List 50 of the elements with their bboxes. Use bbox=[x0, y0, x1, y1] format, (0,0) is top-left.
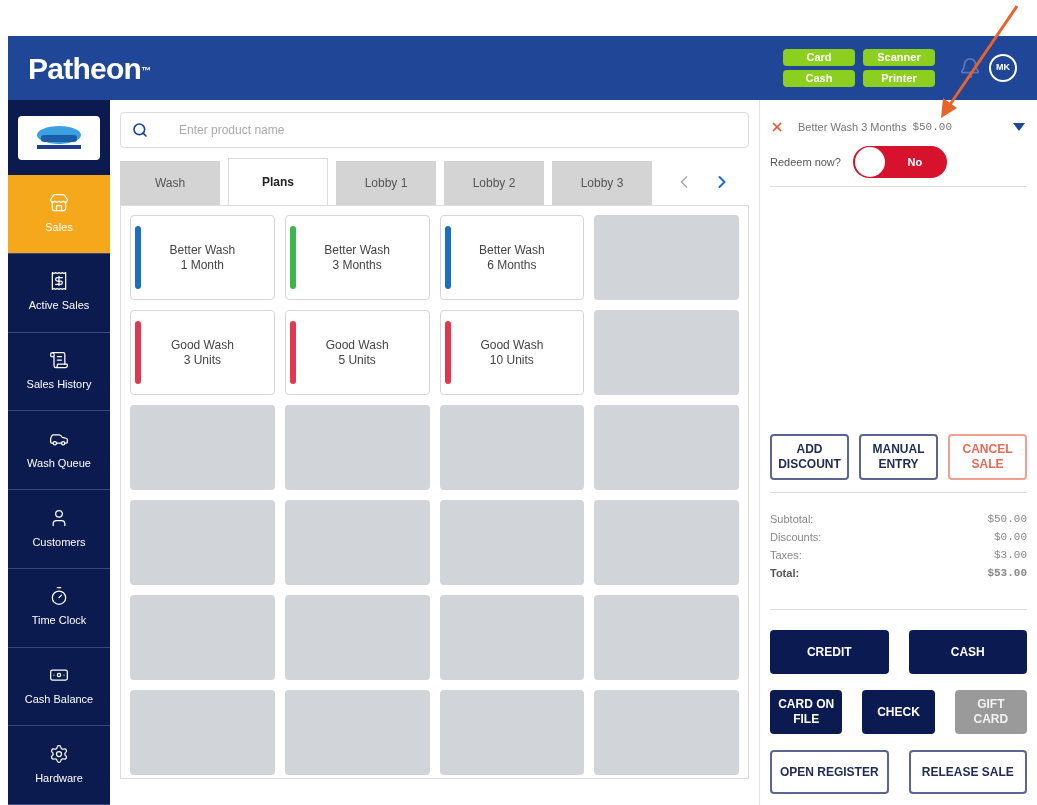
category-tab[interactable]: Lobby 2 bbox=[444, 161, 544, 205]
brand-logo: Patheon$^{™}$ bbox=[28, 50, 151, 87]
product-tile[interactable]: Better Wash 6 Months bbox=[439, 215, 585, 300]
action-button[interactable]: CREDIT bbox=[770, 630, 889, 674]
dropdown-caret-icon[interactable] bbox=[1013, 123, 1025, 131]
action-button[interactable]: OPEN REGISTER bbox=[770, 750, 889, 794]
sidebar-item[interactable]: Active Sales bbox=[8, 253, 110, 333]
total-label: Taxes: bbox=[770, 548, 802, 563]
product-tile[interactable]: Good Wash 5 Units bbox=[284, 310, 430, 395]
product-tile[interactable]: Better Wash 3 Months bbox=[284, 215, 430, 300]
action-button[interactable]: ADD DISCOUNT bbox=[770, 434, 849, 480]
sidebar-item[interactable]: Sales History bbox=[8, 332, 110, 412]
remove-icon[interactable] bbox=[770, 120, 784, 134]
cart-item-name: Better Wash 3 Months bbox=[798, 119, 907, 135]
action-button[interactable]: CASH bbox=[908, 630, 1027, 674]
bell-icon[interactable] bbox=[959, 57, 981, 79]
search-icon bbox=[132, 122, 148, 138]
total-value: $0.00 bbox=[994, 530, 1027, 545]
action-button[interactable]: RELEASE SALE bbox=[908, 750, 1027, 794]
total-label: Subtotal: bbox=[770, 512, 814, 527]
product-tile[interactable]: Good Wash 3 Units bbox=[130, 310, 275, 395]
redeem-toggle[interactable]: No bbox=[852, 146, 947, 178]
category-tab[interactable]: Lobby 3 bbox=[552, 161, 652, 205]
action-button[interactable]: CARD ON FILE bbox=[770, 690, 843, 734]
scroll-icon bbox=[49, 350, 69, 371]
product-tile[interactable]: Better Wash 1 Month bbox=[130, 215, 275, 300]
stopwatch-icon bbox=[49, 586, 69, 607]
product-tile[interactable]: Good Wash 10 Units bbox=[439, 310, 585, 395]
category-tab[interactable]: Wash bbox=[120, 161, 220, 205]
search-field[interactable]: Enter product name bbox=[120, 112, 749, 148]
gear-icon bbox=[49, 743, 69, 764]
receipt-icon bbox=[49, 271, 69, 292]
category-tab[interactable]: Lobby 1 bbox=[336, 161, 436, 205]
avatar[interactable]: MK bbox=[989, 54, 1017, 82]
action-button[interactable]: CHECK bbox=[862, 690, 935, 734]
total-value: $53.00 bbox=[987, 566, 1027, 581]
total-label: Total: bbox=[770, 566, 800, 581]
sidebar-item[interactable]: Wash Queue bbox=[8, 411, 110, 490]
action-button[interactable]: MANUAL ENTRY bbox=[859, 434, 938, 480]
cart-item-price: $50.00 bbox=[912, 119, 953, 135]
sidebar-item[interactable]: Time Clock bbox=[8, 568, 110, 648]
store-icon bbox=[49, 192, 69, 213]
redeem-label: Redeem now? bbox=[770, 154, 841, 170]
total-label: Discounts: bbox=[770, 530, 822, 545]
sidebar-item[interactable]: Cash Balance bbox=[8, 647, 110, 727]
sidebar-item[interactable]: Hardware bbox=[8, 726, 110, 805]
total-value: $3.00 bbox=[994, 548, 1027, 563]
total-value: $50.00 bbox=[987, 512, 1027, 527]
sidebar-item[interactable]: Customers bbox=[8, 490, 110, 569]
category-tab[interactable]: Plans bbox=[228, 158, 328, 205]
